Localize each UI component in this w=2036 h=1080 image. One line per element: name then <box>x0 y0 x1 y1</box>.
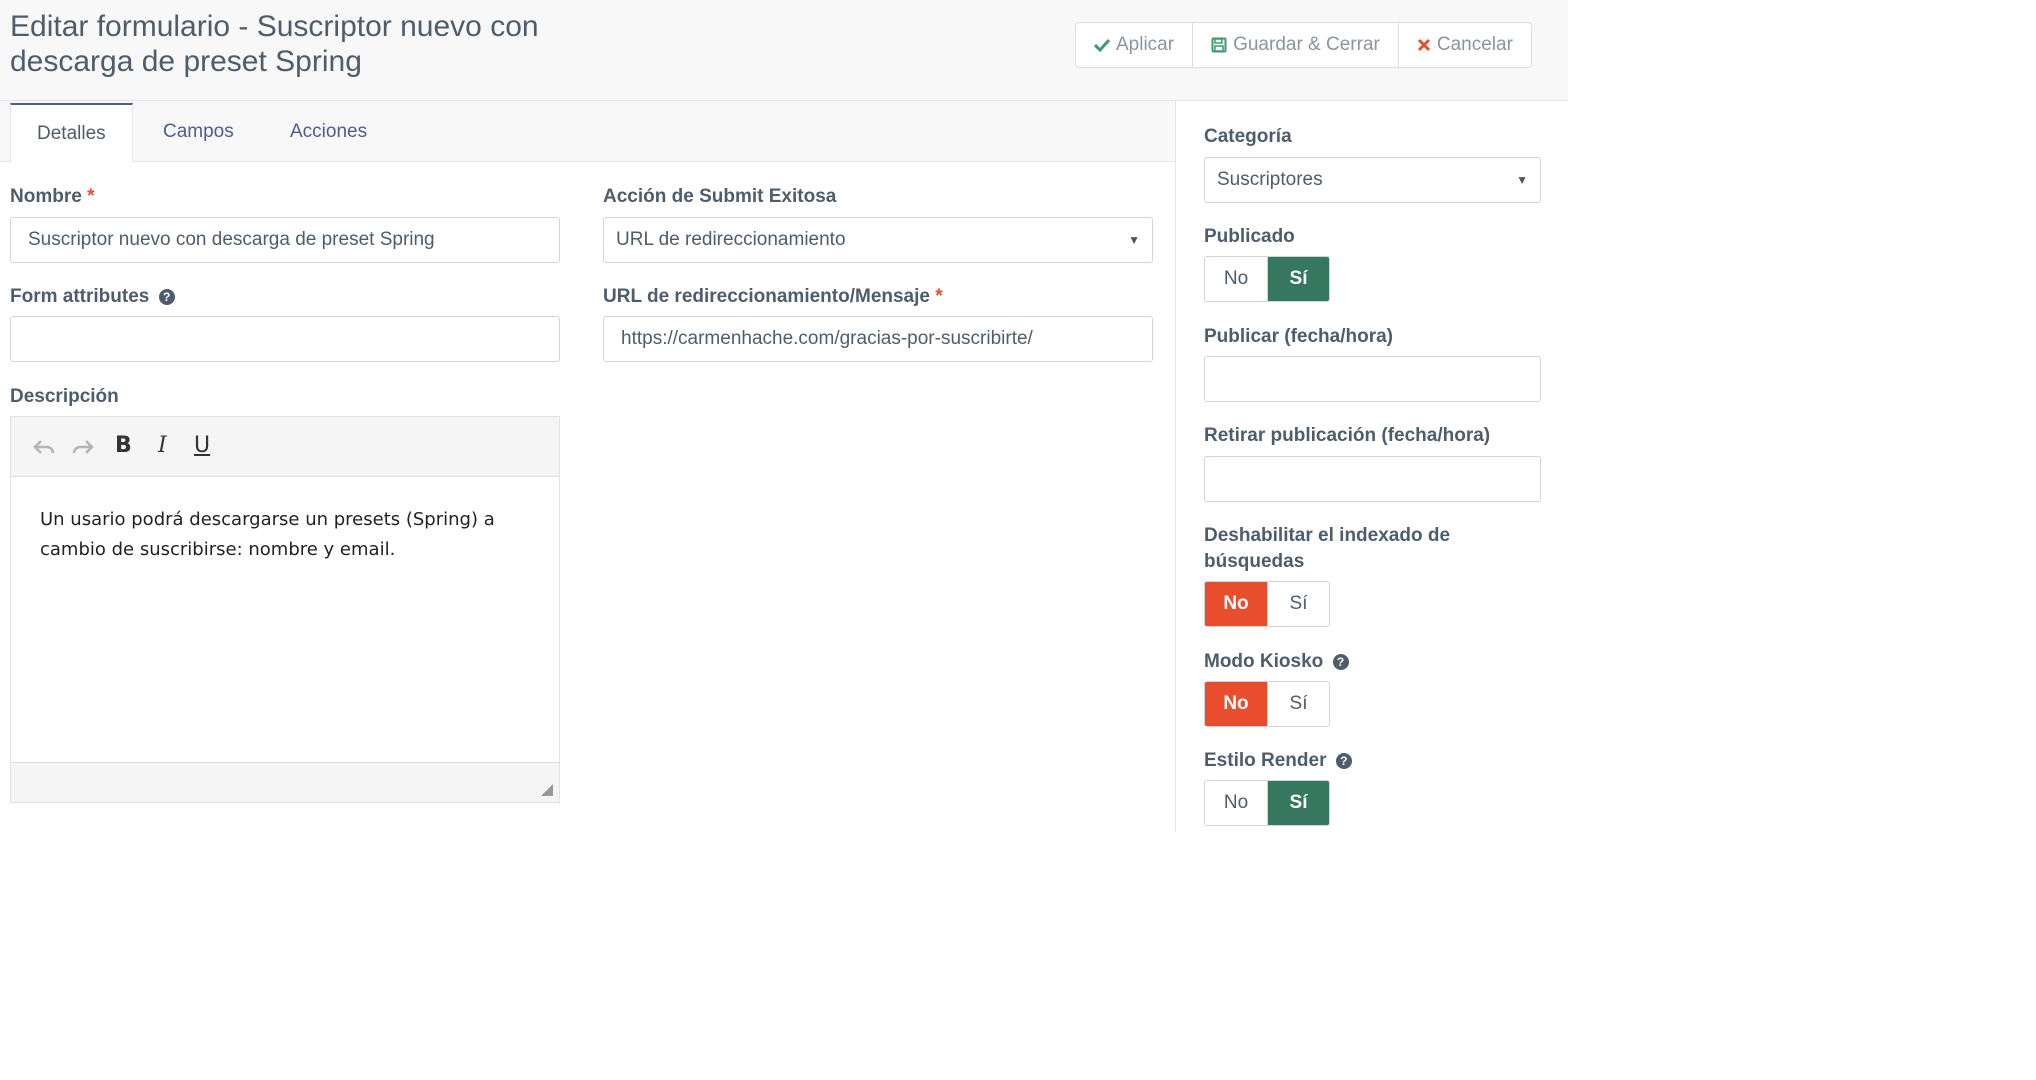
render-style-toggle: No Sí <box>1204 780 1330 826</box>
published-toggle: No Sí <box>1204 256 1330 302</box>
redirect-input[interactable]: https://carmenhache.com/gracias-por-susc… <box>603 316 1153 362</box>
close-icon <box>1417 38 1430 52</box>
no-index-yes[interactable]: Sí <box>1267 582 1329 626</box>
help-icon[interactable]: ? <box>1332 654 1349 670</box>
published-label: Publicado <box>1204 226 1295 247</box>
cancel-button-label: Cancelar <box>1436 34 1513 55</box>
required-mark: * <box>87 186 95 207</box>
publish-down-input[interactable] <box>1204 456 1541 502</box>
italic-button[interactable]: I <box>158 433 167 458</box>
cancel-button[interactable]: Cancelar <box>1397 23 1531 67</box>
description-label: Descripción <box>10 386 119 407</box>
redirect-label-text: URL de redireccionamiento/Mensaje <box>603 286 930 307</box>
tab-bar: Detalles Campos Acciones <box>0 101 1175 162</box>
save-icon <box>1211 37 1227 53</box>
apply-button-label: Aplicar <box>1116 34 1175 55</box>
save-close-button-label: Guardar & Cerrar <box>1233 34 1380 55</box>
publish-up-label: Publicar (fecha/hora) <box>1204 326 1393 347</box>
redo-icon[interactable] <box>72 439 94 455</box>
check-icon <box>1094 38 1110 52</box>
description-editor: B I U Un usario podrá descargarse un pre… <box>10 416 560 803</box>
kiosk-no[interactable]: No <box>1205 682 1267 726</box>
submit-action-value: URL de redireccionamiento <box>616 229 846 250</box>
resize-handle-icon[interactable] <box>541 784 553 796</box>
no-index-no[interactable]: No <box>1205 582 1267 626</box>
name-input[interactable]: Suscriptor nuevo con descarga de preset … <box>10 217 560 263</box>
attributes-label-text: Form attributes <box>10 286 150 307</box>
caret-down-icon: ▼ <box>1128 233 1140 247</box>
underline-button[interactable]: U <box>194 433 210 458</box>
toolbar: Aplicar Guardar & Cerrar Cancelar <box>1075 22 1532 68</box>
name-label: Nombre * <box>10 184 94 210</box>
render-style-label: Estilo Render ? <box>1204 748 1352 774</box>
published-no[interactable]: No <box>1205 257 1267 301</box>
no-index-label: Deshabilitar el indexado de búsquedas <box>1204 525 1451 572</box>
bold-button[interactable]: B <box>115 433 132 458</box>
editor-content[interactable]: Un usario podrá descargarse un presets (… <box>40 505 540 565</box>
save-close-button[interactable]: Guardar & Cerrar <box>1192 23 1398 67</box>
render-style-no[interactable]: No <box>1205 781 1267 825</box>
no-index-toggle: No Sí <box>1204 581 1330 627</box>
caret-down-icon: ▼ <box>1516 173 1528 187</box>
render-style-yes[interactable]: Sí <box>1267 781 1329 825</box>
publish-up-input[interactable] <box>1204 356 1541 402</box>
help-icon[interactable]: ? <box>158 289 175 305</box>
name-label-text: Nombre <box>10 186 82 207</box>
redirect-label: URL de redireccionamiento/Mensaje * <box>603 284 943 310</box>
editor-statusbar <box>11 762 559 802</box>
attributes-label: Form attributes ? <box>10 284 175 310</box>
page-title: Editar formulario - Suscriptor nuevo con… <box>10 10 539 78</box>
required-mark: * <box>935 286 943 307</box>
editor-toolbar: B I U <box>11 417 559 477</box>
submit-action-label: Acción de Submit Exitosa <box>603 186 837 207</box>
render-style-label-text: Estilo Render <box>1204 750 1327 771</box>
published-yes[interactable]: Sí <box>1267 257 1329 301</box>
help-icon[interactable]: ? <box>1335 753 1352 769</box>
kiosk-label: Modo Kiosko ? <box>1204 649 1349 675</box>
kiosk-label-text: Modo Kiosko <box>1204 651 1324 672</box>
tab-acciones[interactable]: Acciones <box>264 103 393 162</box>
tab-detalles[interactable]: Detalles <box>10 103 133 162</box>
category-value: Suscriptores <box>1217 169 1323 190</box>
publish-down-label: Retirar publicación (fecha/hora) <box>1204 425 1491 446</box>
category-label: Categoría <box>1204 126 1292 147</box>
tab-campos[interactable]: Campos <box>137 103 260 162</box>
category-select[interactable]: Suscriptores ▼ <box>1204 157 1541 203</box>
undo-icon[interactable] <box>33 439 55 455</box>
apply-button[interactable]: Aplicar <box>1076 23 1192 67</box>
submit-action-select[interactable]: URL de redireccionamiento ▼ <box>603 217 1153 263</box>
kiosk-yes[interactable]: Sí <box>1267 682 1329 726</box>
page-header: Editar formulario - Suscriptor nuevo con… <box>0 0 1568 101</box>
attributes-input[interactable] <box>10 316 560 362</box>
kiosk-toggle: No Sí <box>1204 681 1330 727</box>
